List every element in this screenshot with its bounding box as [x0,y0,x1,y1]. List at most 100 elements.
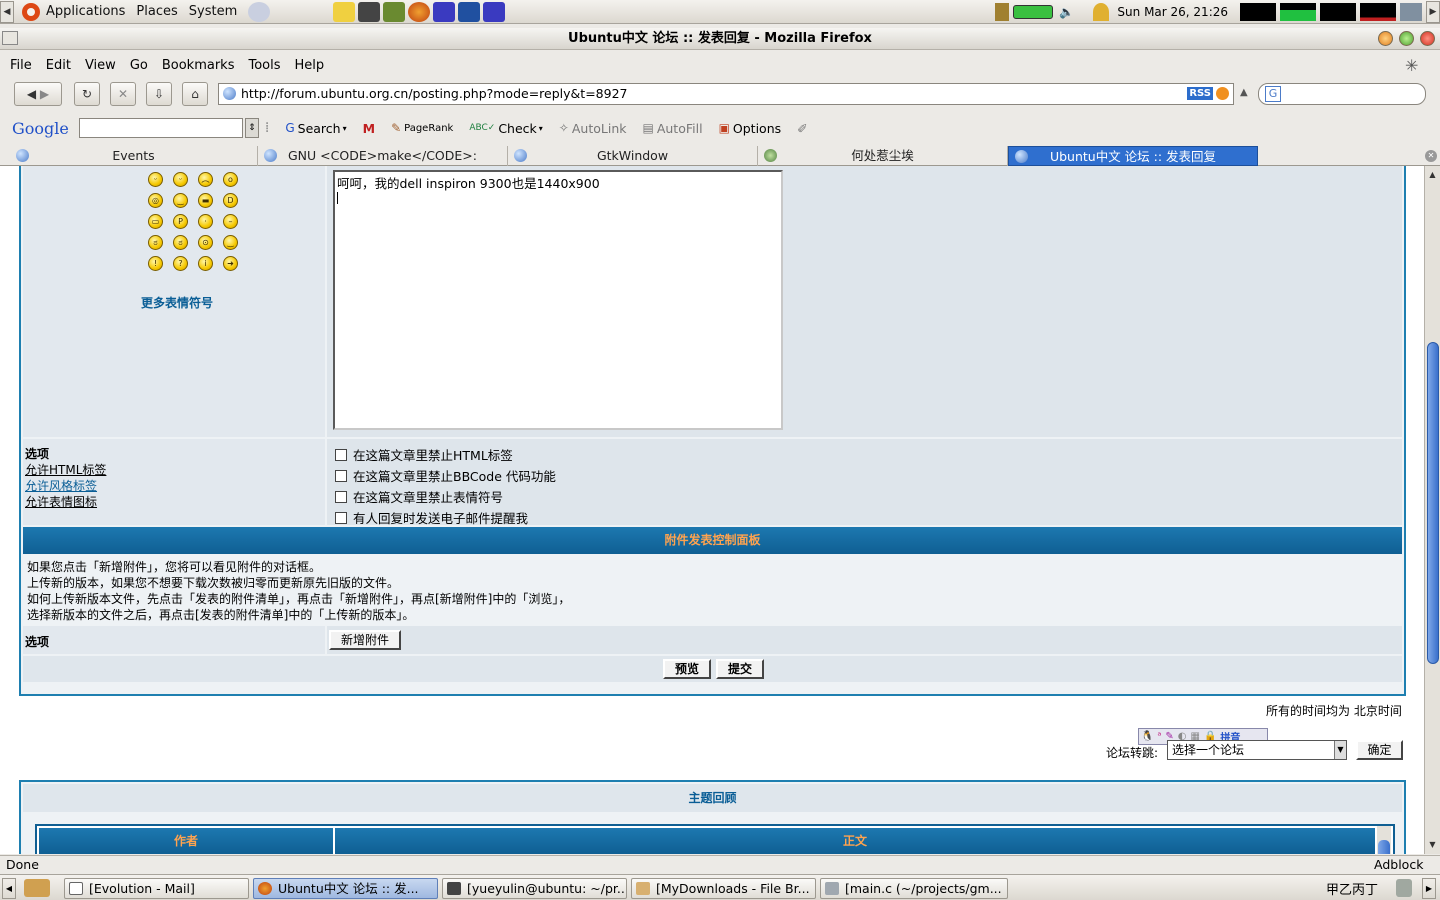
disable-html-option[interactable]: 在这篇文章里禁止HTML标签 [335,445,513,464]
smiley-icon[interactable]: ! [148,256,163,271]
smiley-icon[interactable]: ◎ [148,193,163,208]
spellcheck-button[interactable]: ABC✓ Check ▾ [469,121,542,136]
pagerank-indicator[interactable]: ✎ PageRank [391,121,453,135]
volume-icon[interactable]: 🔈 [1059,5,1074,19]
more-smilies-link[interactable]: 更多表情符号 [141,294,213,311]
books-launcher-icon[interactable] [383,1,406,22]
page-scrollbar[interactable]: ▲ ▼ [1424,166,1440,854]
google-search-input[interactable] [78,118,243,138]
home-button[interactable]: ⌂ [182,82,208,106]
reload-button[interactable]: ↻ [74,82,100,106]
preview-button[interactable]: 预览 [663,659,711,679]
forum-jump-select[interactable]: 选择一个论坛 ▼ [1167,740,1347,760]
smiley-icon[interactable]: ‿ [173,193,188,208]
autolink-button[interactable]: ✧ AutoLink [559,121,627,136]
back-icon[interactable]: ◀ [27,87,36,101]
cpu-monitor[interactable] [1240,2,1276,21]
applications-menu[interactable]: Applications [46,4,125,19]
forum-jump-go-button[interactable]: 确定 [1356,740,1403,760]
show-desktop-icon[interactable] [24,879,50,897]
user-icon[interactable] [1093,2,1110,21]
places-menu[interactable]: Places [136,4,177,19]
rss-feed-icon[interactable]: RSS [1187,87,1213,100]
task-file-browser[interactable]: [MyDownloads - File Br... [631,878,816,899]
close-icon[interactable] [1420,31,1435,46]
menu-bookmarks[interactable]: Bookmarks [162,58,235,73]
menu-go[interactable]: Go [130,58,148,73]
review-scrollbar[interactable] [1377,826,1391,854]
firefox-launcher-icon[interactable] [408,1,431,22]
smiley-icon[interactable]: o [223,172,238,187]
smiley-icon[interactable]: ಠ [173,235,188,250]
download-button[interactable]: ⇩ [146,82,172,106]
menu-file[interactable]: File [10,58,32,73]
smiley-icon[interactable]: ᵕ [173,172,188,187]
power-plug-icon[interactable] [995,2,1010,21]
ime-tray[interactable]: 甲乙丙丁 [1326,879,1378,898]
ime-penguin-icon[interactable]: 🐧 [1141,731,1153,742]
jedit-launcher-icon[interactable] [458,1,481,22]
panel-right-arrow-icon[interactable]: ▶ [1422,878,1436,899]
window-title-bar[interactable]: Ubuntu中文 论坛 :: 发表回复 - Mozilla Firefox [0,28,1440,50]
task-gedit[interactable]: [main.c (~/projects/gm... [820,878,1008,899]
smiley-icon[interactable]: i [198,256,213,271]
smiley-icon[interactable]: – [223,214,238,229]
smiley-icon[interactable]: ‿ [223,235,238,250]
options-button[interactable]: ▣ Options [719,121,782,136]
maximize-icon[interactable] [1399,31,1414,46]
stop-button[interactable]: ✕ [110,82,136,106]
eclipse-alt-launcher-icon[interactable] [483,1,506,22]
window-menu-icon[interactable] [2,31,18,45]
disable-bbcode-option[interactable]: 在这篇文章里禁止BBCode 代码功能 [335,466,556,485]
task-evolution-mail[interactable]: [Evolution - Mail] [64,878,249,899]
eclipse-launcher-icon[interactable] [433,1,456,22]
menu-edit[interactable]: Edit [46,58,71,73]
menu-help[interactable]: Help [295,58,325,73]
url-dropdown-icon[interactable]: ▲ [1240,87,1248,98]
notify-reply-checkbox[interactable] [335,511,347,524]
back-forward-button[interactable]: ◀ ▶ [14,82,62,106]
adblock-status[interactable]: Adblock [1374,856,1423,874]
smiley-icon[interactable]: ⊙ [198,235,213,250]
ime-mode-icon[interactable]: ᵃ [1157,731,1161,742]
chevron-down-icon[interactable]: ▼ [1334,741,1346,759]
ubuntu-logo-icon[interactable] [22,2,40,21]
panel-right-arrow-icon[interactable]: ▶ [1426,0,1440,23]
menu-tools[interactable]: Tools [248,58,280,73]
allow-smilies-link[interactable]: 允许表情图标 [25,493,97,510]
smiley-icon[interactable]: ▬ [198,193,213,208]
task-firefox[interactable]: Ubuntu中文 论坛 :: 发... [253,878,438,899]
smiley-icon[interactable]: ? [173,256,188,271]
battery-icon[interactable] [1013,4,1054,19]
disable-smilies-checkbox[interactable] [335,490,347,503]
disable-html-checkbox[interactable] [335,448,347,461]
tab-blog[interactable]: 何处惹尘埃 [758,146,1008,166]
autofill-button[interactable]: ▤ AutoFill [642,121,702,136]
load-monitor[interactable] [1360,2,1396,21]
google-search-button[interactable]: G Search ▾ [285,121,346,136]
task-terminal[interactable]: [yueyulin@ubuntu: ~/pr... [442,878,627,899]
gmail-button[interactable]: M [363,121,375,136]
add-attachment-button[interactable]: 新增附件 [329,630,401,650]
net-monitor[interactable] [1320,2,1356,21]
terminal-launcher-icon[interactable] [358,1,381,22]
forward-icon[interactable]: ▶ [40,87,49,101]
globe-launcher-icon[interactable] [248,1,271,22]
tab-ubuntu-forum[interactable]: Ubuntu中文 论坛 :: 发表回复 [1008,146,1258,166]
panel-left-arrow-icon[interactable]: ◀ [0,0,14,23]
allow-html-link[interactable]: 允许HTML标签 [25,461,106,478]
google-logo[interactable]: Google [12,119,69,138]
search-input[interactable]: G [1258,83,1426,105]
system-menu[interactable]: System [189,4,237,19]
smiley-icon[interactable]: ︵ [198,172,213,187]
notify-reply-option[interactable]: 有人回复时发送电子邮件提醒我 [335,508,528,527]
smiley-icon[interactable]: · [198,214,213,229]
network-icon[interactable] [1400,2,1422,21]
panel-left-arrow-icon[interactable]: ◀ [2,878,16,899]
clock[interactable]: Sun Mar 26, 21:26 [1117,5,1228,19]
url-field[interactable]: http://forum.ubuntu.org.cn/posting.php?m… [218,83,1234,105]
scroll-up-icon[interactable]: ▲ [1425,168,1440,182]
page-scroll-thumb[interactable] [1427,342,1439,664]
notes-launcher-icon[interactable] [333,1,356,22]
highlighter-button[interactable]: ✐ [797,121,807,136]
